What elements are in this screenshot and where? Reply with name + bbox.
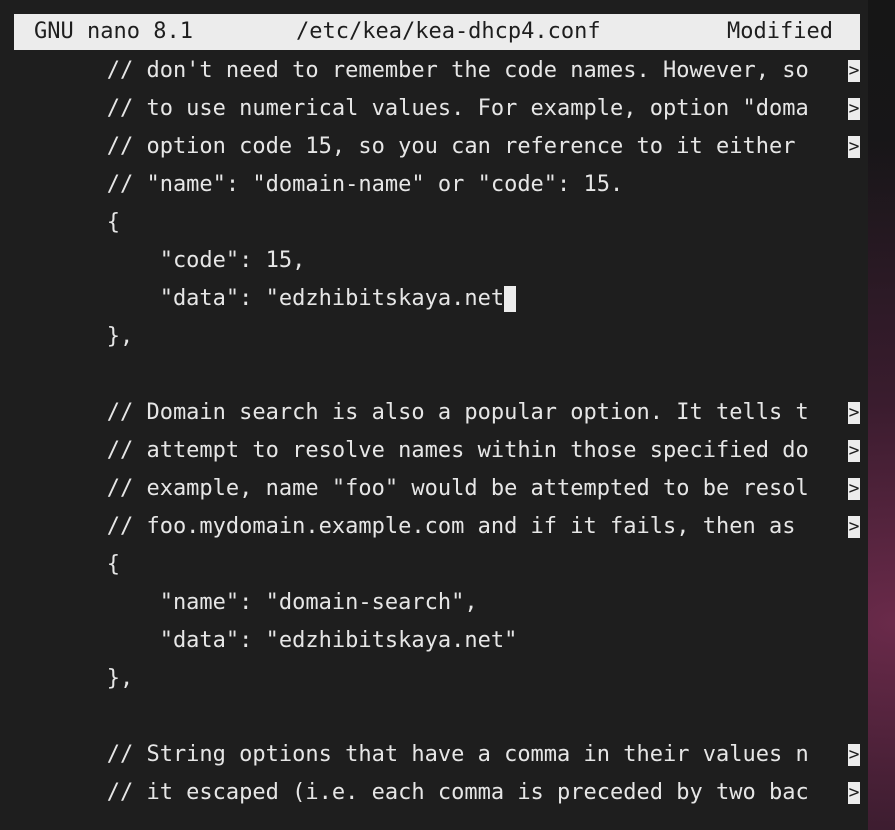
text-editor-area[interactable]: // don't need to remember the code names… [14, 52, 860, 830]
editor-line[interactable]: "data": "edzhibitskaya.net [14, 280, 860, 318]
line-overflow-marker: > [848, 136, 860, 158]
terminal-window[interactable]: GNU nano 8.1 /etc/kea/kea-dhcp4.conf Mod… [0, 0, 868, 830]
editor-line[interactable]: }, [14, 318, 860, 356]
editor-line[interactable]: // Domain search is also a popular optio… [14, 394, 860, 432]
line-text: { [14, 210, 120, 235]
editor-line[interactable] [14, 356, 860, 394]
file-path: /etc/kea/kea-dhcp4.conf [296, 19, 601, 44]
editor-line[interactable]: // it escaped (i.e. each comma is preced… [14, 774, 860, 812]
line-overflow-marker: > [848, 402, 860, 424]
line-text: // attempt to resolve names within those… [14, 438, 809, 463]
line-overflow-marker: > [848, 516, 860, 538]
line-text: // don't need to remember the code names… [14, 58, 809, 83]
line-text: // "name": "domain-name" or "code": 15. [14, 172, 624, 197]
editor-line[interactable]: // example, name "foo" would be attempte… [14, 470, 860, 508]
modified-status: Modified [727, 19, 833, 44]
line-overflow-marker: > [848, 60, 860, 82]
editor-line[interactable]: { [14, 204, 860, 242]
line-text: }, [14, 666, 134, 691]
line-text: // Domain search is also a popular optio… [14, 400, 809, 425]
line-overflow-marker: > [848, 478, 860, 500]
line-text: "data": "edzhibitskaya.net" [14, 628, 518, 653]
line-text: "code": 15, [14, 248, 306, 273]
editor-line[interactable]: "code": 15, [14, 242, 860, 280]
line-text: // it escaped (i.e. each comma is preced… [14, 780, 809, 805]
line-overflow-marker: > [848, 98, 860, 120]
line-text: { [14, 552, 120, 577]
editor-version: GNU nano 8.1 [34, 19, 193, 44]
editor-line[interactable]: // String options that have a comma in t… [14, 736, 860, 774]
line-overflow-marker: > [848, 744, 860, 766]
editor-line[interactable]: }, [14, 660, 860, 698]
nano-title-bar: GNU nano 8.1 /etc/kea/kea-dhcp4.conf Mod… [14, 14, 860, 50]
editor-line[interactable]: "data": "edzhibitskaya.net" [14, 622, 860, 660]
line-text: }, [14, 324, 134, 349]
editor-line[interactable]: { [14, 546, 860, 584]
editor-line[interactable]: // don't need to remember the code names… [14, 52, 860, 90]
editor-line[interactable]: "name": "domain-search", [14, 584, 860, 622]
line-text: // example, name "foo" would be attempte… [14, 476, 809, 501]
line-text: // to use numerical values. For example,… [14, 96, 809, 121]
line-text: "name": "domain-search", [14, 590, 478, 615]
editor-line[interactable]: // attempt to resolve names within those… [14, 432, 860, 470]
line-overflow-marker: > [848, 782, 860, 804]
line-text: "data": "edzhibitskaya.net [14, 286, 505, 311]
editor-line[interactable]: // option code 15, so you can reference … [14, 128, 860, 166]
text-cursor [504, 286, 516, 312]
line-text: // option code 15, so you can reference … [14, 134, 809, 159]
line-text: // String options that have a comma in t… [14, 742, 809, 767]
editor-line[interactable]: // to use numerical values. For example,… [14, 90, 860, 128]
editor-line[interactable] [14, 698, 860, 736]
line-text: // foo.mydomain.example.com and if it fa… [14, 514, 809, 539]
line-overflow-marker: > [848, 440, 860, 462]
editor-line[interactable]: // "name": "domain-name" or "code": 15. [14, 166, 860, 204]
editor-line[interactable]: // foo.mydomain.example.com and if it fa… [14, 508, 860, 546]
